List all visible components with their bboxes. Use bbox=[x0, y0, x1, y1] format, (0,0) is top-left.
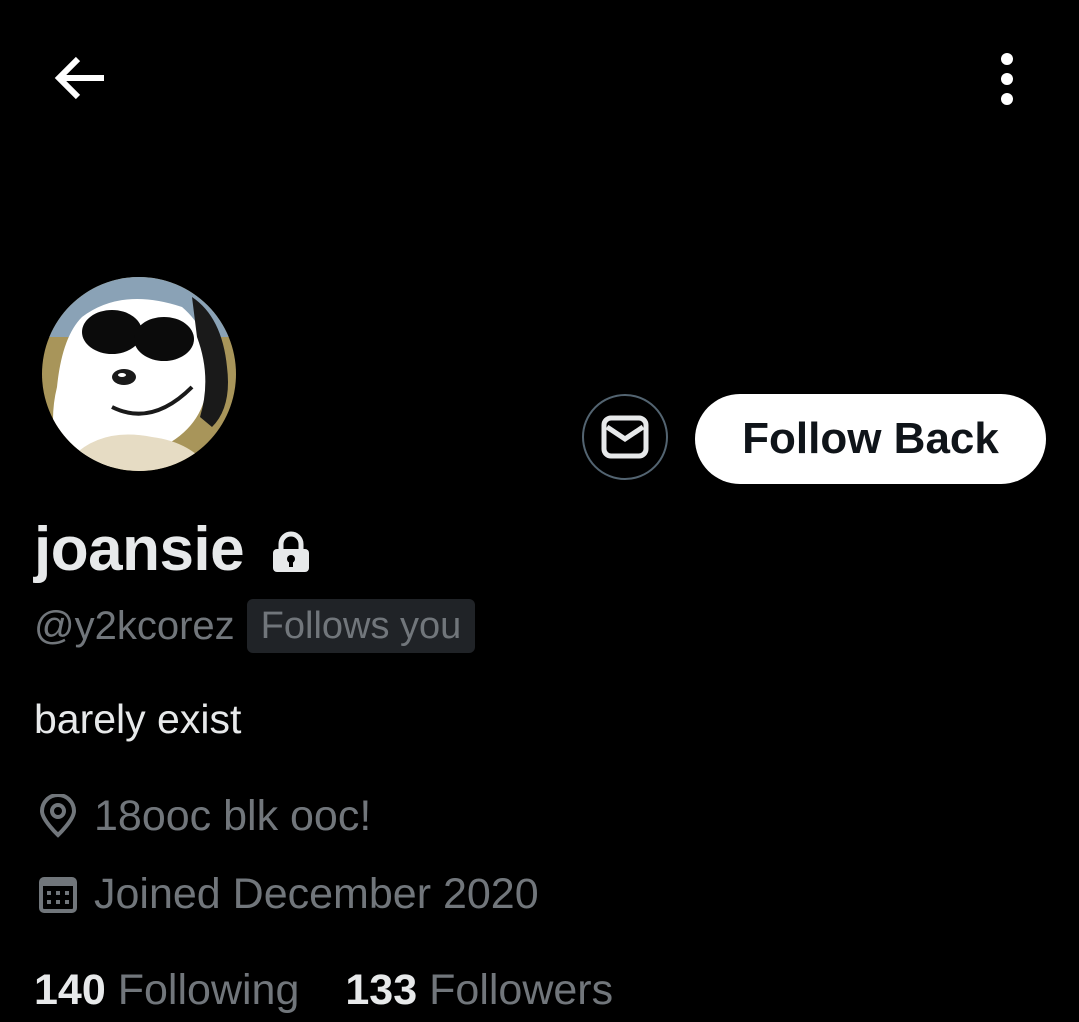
followers-link[interactable]: 133 Followers bbox=[345, 966, 613, 1015]
following-count: 140 bbox=[34, 965, 106, 1014]
lock-icon bbox=[270, 531, 312, 573]
follow-back-button[interactable]: Follow Back bbox=[695, 394, 1046, 484]
more-options-button[interactable] bbox=[976, 45, 1038, 113]
joined-row: Joined December 2020 bbox=[34, 866, 539, 922]
location-row: 18ooc blk ooc! bbox=[34, 788, 371, 844]
back-button[interactable] bbox=[44, 48, 116, 108]
bio: barely exist bbox=[34, 696, 242, 742]
follows-you-badge: Follows you bbox=[246, 599, 476, 653]
followers-label: Followers bbox=[429, 965, 614, 1014]
name-row: joansie bbox=[34, 512, 312, 586]
following-label: Following bbox=[117, 965, 300, 1014]
stats-row: 140 Following 133 Followers bbox=[34, 960, 613, 1020]
display-name: joansie bbox=[34, 514, 245, 584]
user-handle: @y2kcorez bbox=[34, 603, 235, 648]
handle-row: @y2kcorez Follows you bbox=[34, 598, 476, 654]
calendar-icon bbox=[34, 870, 82, 918]
joined-text: Joined December 2020 bbox=[94, 869, 539, 918]
envelope-icon bbox=[601, 415, 649, 459]
avatar[interactable] bbox=[42, 277, 236, 471]
top-bar bbox=[0, 0, 1079, 160]
arrow-left-icon bbox=[54, 56, 104, 100]
location-pin-icon bbox=[34, 792, 82, 840]
avatar-snoopy-sunglasses bbox=[42, 277, 236, 471]
location-text: 18ooc blk ooc! bbox=[94, 791, 372, 840]
following-link[interactable]: 140 Following bbox=[34, 966, 299, 1015]
followers-count: 133 bbox=[345, 965, 418, 1014]
message-button[interactable] bbox=[582, 394, 668, 480]
vertical-ellipsis-icon bbox=[1001, 53, 1013, 105]
